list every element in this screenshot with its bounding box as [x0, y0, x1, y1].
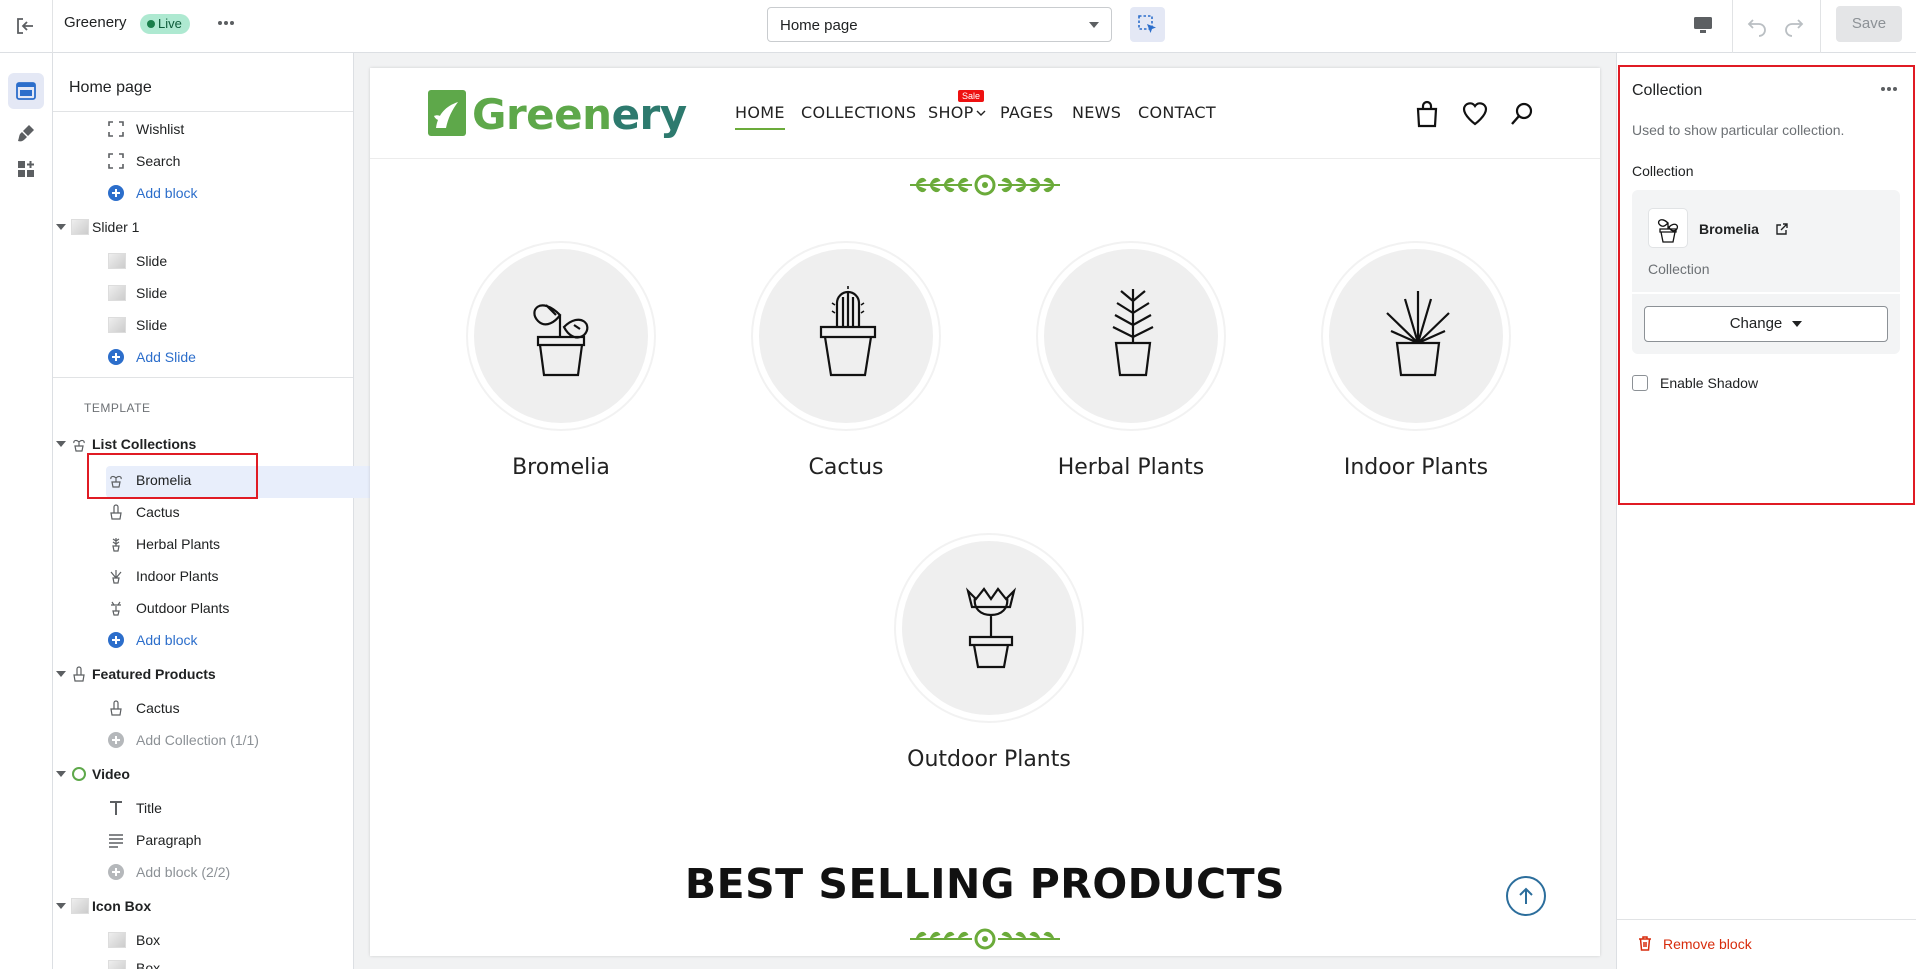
- nav-pages[interactable]: PAGES: [1000, 103, 1053, 122]
- divider: [53, 111, 353, 112]
- divider: [53, 377, 353, 378]
- wishlist-heart-icon[interactable]: [1461, 100, 1489, 128]
- slider-thumbnail-icon: [71, 219, 89, 235]
- section-slider[interactable]: Slider 1: [53, 213, 353, 241]
- collection-name[interactable]: Indoor Plants: [1296, 455, 1536, 480]
- nav-shop[interactable]: SHOP: [928, 103, 974, 122]
- collapse-caret-icon: [56, 224, 66, 230]
- bromelia-plant-icon: [533, 304, 589, 377]
- divider: [1732, 0, 1733, 53]
- collection-card-cactus[interactable]: [751, 241, 941, 431]
- block-label: Search: [136, 153, 181, 169]
- section-label: Slider 1: [92, 219, 140, 235]
- section-heading: BEST SELLING PRODUCTS: [684, 860, 1286, 908]
- sale-badge: Sale: [958, 90, 985, 102]
- divider: [1617, 919, 1916, 920]
- collection-card-bromelia[interactable]: [466, 241, 656, 431]
- undo-icon[interactable]: [1745, 13, 1769, 37]
- logo-text-part: ery: [611, 90, 688, 139]
- status-dot: [147, 20, 155, 28]
- greenery-logo-icon: [428, 90, 466, 136]
- theme-settings-icon[interactable]: [8, 115, 44, 151]
- leaf-divider-icon: [910, 928, 1060, 950]
- inspector-toggle[interactable]: [1130, 7, 1165, 42]
- block-label: Wishlist: [136, 121, 185, 137]
- collection-name[interactable]: Outdoor Plants: [869, 747, 1109, 772]
- indoor-plant-icon: [1386, 291, 1450, 377]
- nav-news[interactable]: NEWS: [1072, 103, 1121, 122]
- editor-rail: [0, 53, 53, 969]
- nav-home[interactable]: HOME: [735, 103, 785, 130]
- divider: [52, 0, 53, 53]
- herb-plant-icon: [1112, 289, 1154, 377]
- collapse-caret-icon: [56, 441, 66, 447]
- chevron-down-icon: [1089, 22, 1099, 28]
- collection-name[interactable]: Bromelia: [441, 455, 681, 480]
- remove-block-label: Remove block: [1663, 936, 1752, 952]
- template-heading: TEMPLATE: [84, 401, 151, 415]
- logo-text-part: Green: [472, 90, 612, 139]
- page-select-value: Home page: [780, 17, 858, 34]
- slide-label: Slide: [136, 285, 168, 301]
- slide-thumbnail-icon: [108, 285, 126, 301]
- arrow-up-icon: [1519, 887, 1533, 904]
- nav-collections[interactable]: COLLECTIONS: [801, 103, 916, 122]
- more-actions-icon[interactable]: [215, 12, 237, 34]
- store-preview[interactable]: Greenery HOME COLLECTIONS SHOP Sale PAGE…: [370, 68, 1600, 956]
- sections-icon[interactable]: [8, 73, 44, 109]
- live-status-badge: Live: [140, 14, 190, 34]
- collection-card-herbal-plants[interactable]: [1036, 241, 1226, 431]
- collection-card-indoor-plants[interactable]: [1321, 241, 1511, 431]
- exit-icon[interactable]: [14, 15, 36, 37]
- collection-name[interactable]: Cactus: [726, 455, 966, 480]
- trash-icon: [1639, 936, 1651, 951]
- select-element-icon: [1138, 15, 1156, 33]
- add-block-label: Add block: [136, 185, 198, 201]
- collection-card-outdoor-plants[interactable]: [894, 533, 1084, 723]
- nav-contact[interactable]: CONTACT: [1138, 103, 1216, 122]
- cactus-plant-icon: [819, 286, 877, 377]
- search-icon[interactable]: [1508, 100, 1536, 128]
- header-divider: [370, 158, 1600, 159]
- plant-icon: [73, 439, 85, 452]
- live-label: Live: [158, 16, 182, 31]
- collection-name[interactable]: Herbal Plants: [1011, 455, 1251, 480]
- block-frame-icon: [108, 153, 124, 169]
- add-circle-icon: [108, 185, 124, 201]
- block-frame-icon: [108, 121, 124, 137]
- divider: [1820, 0, 1821, 53]
- add-slide-label: Add Slide: [136, 349, 196, 365]
- chevron-down-icon: [976, 110, 986, 116]
- slide-label: Slide: [136, 253, 168, 269]
- cart-icon[interactable]: [1414, 100, 1440, 128]
- redo-icon[interactable]: [1782, 13, 1806, 37]
- add-circle-icon: [108, 349, 124, 365]
- top-bar: Greenery Live Home page Save: [0, 0, 1916, 53]
- slide-thumbnail-icon: [108, 253, 126, 269]
- store-name: Greenery: [64, 14, 127, 31]
- outdoor-plant-icon: [965, 587, 1017, 669]
- selection-outline: [1618, 65, 1915, 505]
- desktop-view-icon[interactable]: [1692, 14, 1714, 36]
- save-button[interactable]: Save: [1836, 6, 1902, 42]
- slide-thumbnail-icon: [108, 317, 126, 333]
- selection-outline: [87, 453, 258, 499]
- back-to-top-button[interactable]: [1506, 876, 1546, 916]
- page-select[interactable]: Home page: [767, 7, 1112, 42]
- brand-logo-text[interactable]: Greenery: [472, 90, 687, 139]
- slide-label: Slide: [136, 317, 168, 333]
- app-embeds-icon[interactable]: [8, 151, 44, 187]
- sections-panel: Home page Wishlist Search Add block Slid…: [53, 53, 354, 969]
- panel-title: Home page: [69, 79, 152, 96]
- leaf-divider-icon: [910, 174, 1060, 196]
